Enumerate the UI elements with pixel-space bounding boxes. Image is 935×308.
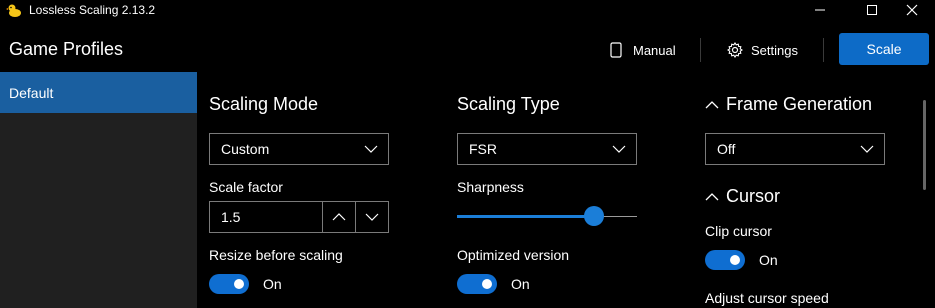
clip-cursor-label: Clip cursor (705, 223, 772, 239)
scaling-type-value: FSR (469, 141, 497, 157)
chevron-down-icon (365, 213, 379, 221)
toggle-state-label: On (759, 252, 778, 268)
scaling-type-dropdown[interactable]: FSR (457, 133, 637, 165)
chevron-down-icon (364, 145, 378, 153)
header: Game Profiles Manual Settings Scale (0, 20, 935, 70)
duck-icon (6, 4, 21, 17)
toggle-state-label: On (263, 276, 282, 292)
scale-factor-stepper: 1.5 (209, 201, 389, 233)
sidebar-item-default[interactable]: Default (0, 72, 197, 113)
scale-factor-value: 1.5 (221, 209, 241, 225)
increment-button[interactable] (322, 202, 355, 232)
slider-thumb[interactable] (583, 206, 604, 226)
settings-panel: Scaling Mode Custom Scale factor 1.5 Res… (197, 72, 935, 308)
close-icon (906, 4, 918, 16)
profiles-sidebar: Default (0, 72, 197, 308)
frame-generation-dropdown[interactable]: Off (705, 133, 885, 165)
scaling-type-title: Scaling Type (457, 94, 560, 114)
header-divider (700, 38, 701, 62)
chevron-up-icon (332, 213, 346, 221)
frame-generation-title: Frame Generation (726, 94, 873, 114)
toggle-knob (482, 279, 492, 289)
sidebar-item-label: Default (9, 84, 54, 101)
sharpness-slider[interactable] (457, 206, 637, 226)
optimized-version-toggle-row: On (457, 274, 530, 294)
settings-button[interactable]: Settings (727, 39, 798, 61)
resize-before-scaling-toggle-row: On (209, 274, 282, 294)
optimized-version-label: Optimized version (457, 247, 570, 263)
scaling-mode-section: Scaling Mode Custom Scale factor 1.5 Res… (209, 72, 409, 308)
maximize-icon (867, 5, 877, 15)
scale-factor-input[interactable]: 1.5 (210, 202, 322, 232)
scale-factor-label: Scale factor (209, 179, 283, 195)
toggle-knob (234, 279, 244, 289)
settings-label: Settings (751, 42, 798, 58)
frame-generation-section: Frame Generation Off Cursor Clip cursor … (705, 72, 915, 308)
manual-button[interactable]: Manual (609, 39, 676, 61)
minimize-icon (815, 9, 825, 11)
chevron-up-icon (705, 100, 719, 108)
cursor-header[interactable]: Cursor (705, 186, 780, 207)
chevron-up-icon (705, 192, 719, 200)
slider-track-filled (457, 215, 592, 218)
minimize-button[interactable] (797, 0, 843, 20)
chevron-down-icon (612, 145, 626, 153)
resize-before-scaling-toggle[interactable] (209, 274, 249, 294)
page-title: Game Profiles (9, 39, 124, 59)
optimized-version-toggle[interactable] (457, 274, 497, 294)
manual-label: Manual (633, 42, 676, 58)
chevron-down-icon (860, 145, 874, 153)
toggle-state-label: On (511, 276, 530, 292)
decrement-button[interactable] (355, 202, 388, 232)
header-divider (823, 38, 824, 62)
resize-before-scaling-label: Resize before scaling (209, 247, 343, 263)
clip-cursor-toggle[interactable] (705, 250, 745, 270)
frame-generation-value: Off (717, 141, 736, 157)
scaling-mode-value: Custom (221, 141, 270, 157)
scaling-mode-title: Scaling Mode (209, 94, 319, 114)
scaling-type-section: Scaling Type FSR Sharpness Optimized ver… (457, 72, 657, 308)
close-button[interactable] (889, 0, 935, 20)
scrollbar[interactable] (923, 100, 926, 190)
title-bar: Lossless Scaling 2.13.2 (0, 0, 935, 20)
toggle-knob (730, 255, 740, 265)
adjust-cursor-speed-label: Adjust cursor speed (705, 290, 829, 306)
gear-icon (727, 42, 743, 58)
scale-button[interactable]: Scale (839, 33, 929, 65)
clip-cursor-toggle-row: On (705, 250, 778, 270)
scaling-mode-dropdown[interactable]: Custom (209, 133, 389, 165)
book-icon (610, 42, 622, 58)
sharpness-label: Sharpness (457, 179, 524, 195)
cursor-title: Cursor (726, 186, 781, 206)
window-title: Lossless Scaling 2.13.2 (29, 3, 156, 17)
frame-generation-header[interactable]: Frame Generation (705, 94, 872, 115)
